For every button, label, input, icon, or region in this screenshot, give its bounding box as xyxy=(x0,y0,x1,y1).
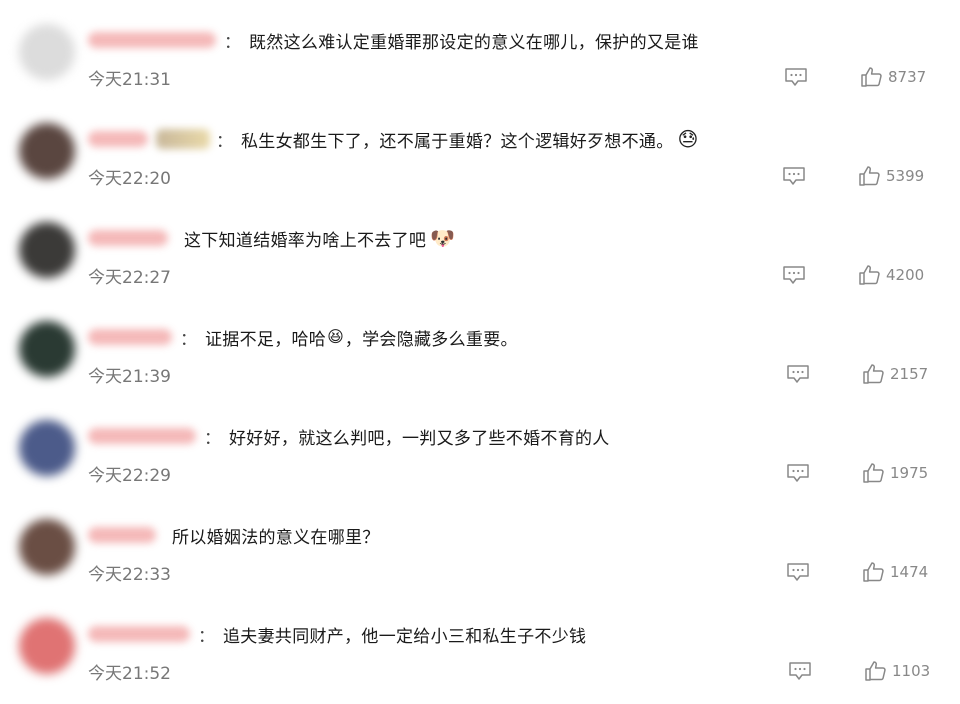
like-count: 4200 xyxy=(886,266,925,284)
comment-text-part: 证据不足，哈哈 xyxy=(205,329,327,350)
comment-item: ： 既然这么难认定重婚罪那设定的意义在哪儿，保护的又是谁 今天21:31 873… xyxy=(0,0,960,99)
reply-icon[interactable] xyxy=(786,463,810,483)
like-button[interactable]: 8737 xyxy=(860,66,926,88)
comment-item: ： 追夫妻共同财产，他一定给小三和私生子不少钱 今天21:52 1103 xyxy=(0,594,960,693)
avatar[interactable] xyxy=(19,420,75,476)
username[interactable] xyxy=(88,32,216,48)
thumbs-up-icon xyxy=(861,67,882,87)
husky-emoji-icon: 🐶 xyxy=(430,226,456,250)
comment-item: ： 好好好，就这么判吧，一判又多了些不婚不育的人 今天22:29 1975 xyxy=(0,396,960,495)
timestamp: 今天21:39 xyxy=(88,367,171,387)
comment-text-part: ，学会隐藏多么重要。 xyxy=(344,329,518,350)
like-button[interactable]: 4200 xyxy=(858,264,924,286)
timestamp: 今天22:29 xyxy=(88,466,171,486)
colon: ： xyxy=(198,626,215,647)
timestamp: 今天22:20 xyxy=(88,169,171,189)
like-button[interactable]: 1103 xyxy=(864,660,930,682)
username[interactable] xyxy=(88,527,156,543)
comment-item: ： 私生女都生下了，还不属于重婚？这个逻辑好歹想不通。 😓 今天22:20 53… xyxy=(0,99,960,198)
like-button[interactable]: 1975 xyxy=(862,462,928,484)
colon: ： xyxy=(224,32,241,53)
like-count: 5399 xyxy=(886,167,925,185)
sweat-emoji-icon: 😓 xyxy=(677,127,699,151)
reply-icon[interactable] xyxy=(786,562,810,582)
timestamp: 今天22:33 xyxy=(88,565,171,585)
comment-item: 所以婚姻法的意义在哪里？ 今天22:33 1474 xyxy=(0,495,960,594)
reply-icon[interactable] xyxy=(782,265,806,285)
username[interactable] xyxy=(88,626,190,642)
like-button[interactable]: 5399 xyxy=(858,165,924,187)
comment-text: 所以婚姻法的意义在哪里？ xyxy=(172,527,380,548)
comment-text: 私生女都生下了，还不属于重婚？这个逻辑好歹想不通。 xyxy=(241,131,674,152)
laughing-emoji-icon: 😆 xyxy=(327,327,344,346)
thumbs-up-icon xyxy=(859,265,880,285)
username[interactable] xyxy=(88,329,172,345)
avatar[interactable] xyxy=(19,321,75,377)
thumbs-up-icon xyxy=(859,166,880,186)
timestamp: 今天22:27 xyxy=(88,268,171,288)
comment-text: 好好好，就这么判吧，一判又多了些不婚不育的人 xyxy=(229,428,610,449)
comment-text: 既然这么难认定重婚罪那设定的意义在哪儿，保护的又是谁 xyxy=(249,32,699,53)
reply-icon[interactable] xyxy=(782,166,806,186)
thumbs-up-icon xyxy=(863,463,884,483)
like-count: 1474 xyxy=(890,563,929,581)
reply-icon[interactable] xyxy=(784,67,808,87)
username[interactable] xyxy=(88,428,196,444)
comment-item: ： 证据不足，哈哈 😆 ，学会隐藏多么重要。 今天21:39 2157 xyxy=(0,297,960,396)
comment-text: 追夫妻共同财产，他一定给小三和私生子不少钱 xyxy=(223,626,587,647)
like-button[interactable]: 1474 xyxy=(862,561,928,583)
avatar[interactable] xyxy=(19,24,75,80)
timestamp: 今天21:52 xyxy=(88,664,171,684)
colon: ： xyxy=(216,131,233,152)
like-count: 2157 xyxy=(890,365,929,383)
username[interactable] xyxy=(88,131,148,147)
reply-icon[interactable] xyxy=(788,661,812,681)
like-count: 1103 xyxy=(892,662,931,680)
thumbs-up-icon xyxy=(863,562,884,582)
comment-text: 这下知道结婚率为啥上不去了吧 xyxy=(184,230,427,251)
reply-icon[interactable] xyxy=(786,364,810,384)
colon: ： xyxy=(204,428,221,449)
avatar[interactable] xyxy=(19,123,75,179)
user-badge xyxy=(156,129,210,149)
username[interactable] xyxy=(88,230,168,246)
avatar[interactable] xyxy=(19,618,75,674)
avatar[interactable] xyxy=(19,222,75,278)
thumbs-up-icon xyxy=(865,661,886,681)
timestamp: 今天21:31 xyxy=(88,70,171,90)
like-count: 1975 xyxy=(890,464,929,482)
thumbs-up-icon xyxy=(863,364,884,384)
comment-item: 这下知道结婚率为啥上不去了吧 🐶 今天22:27 4200 xyxy=(0,198,960,297)
avatar[interactable] xyxy=(19,519,75,575)
colon: ： xyxy=(180,329,197,350)
like-button[interactable]: 2157 xyxy=(862,363,928,385)
like-count: 8737 xyxy=(888,68,927,86)
